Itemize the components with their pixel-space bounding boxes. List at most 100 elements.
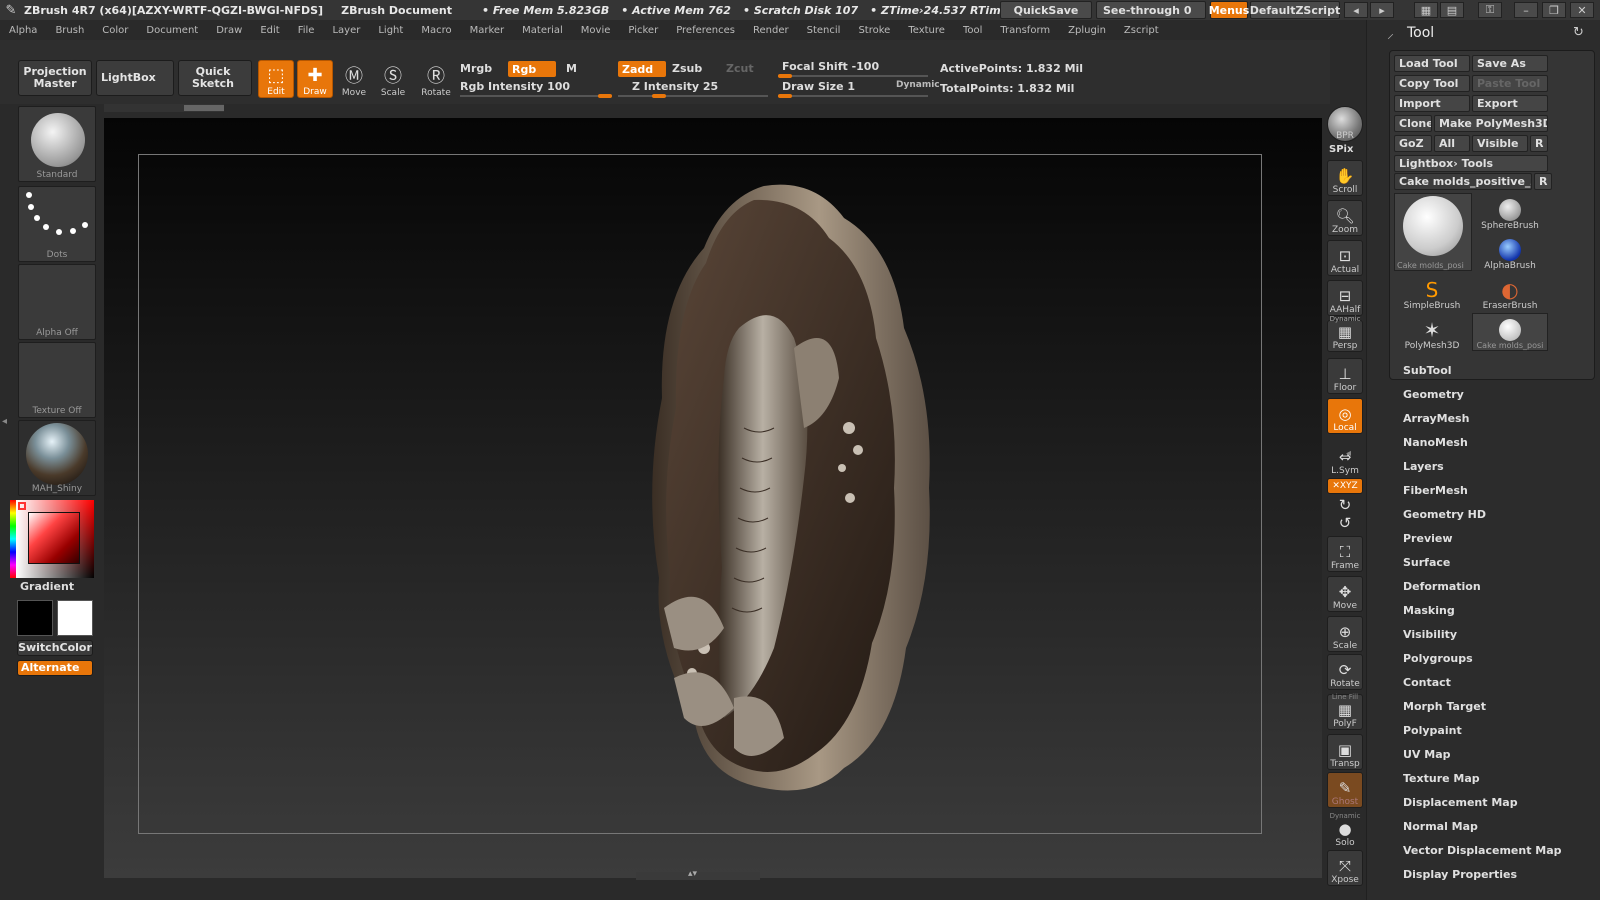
- scroll-right-icon[interactable]: ▸: [1370, 2, 1394, 18]
- zcut-toggle[interactable]: Zcut: [726, 62, 754, 75]
- texture-thumbnail[interactable]: Texture Off: [18, 342, 96, 418]
- copy-tool-button[interactable]: Copy Tool: [1394, 75, 1470, 92]
- polypaint-section[interactable]: Polypaint: [1403, 724, 1462, 737]
- brush-thumbnail[interactable]: Standard: [18, 106, 96, 182]
- move-view-button[interactable]: ✥ Move: [1327, 576, 1363, 612]
- load-tool-button[interactable]: Load Tool: [1394, 55, 1470, 72]
- polygroups-section[interactable]: Polygroups: [1403, 652, 1473, 665]
- scale-button[interactable]: Ⓢ Scale: [375, 60, 411, 99]
- layout-icon[interactable]: ▦: [1414, 2, 1438, 18]
- menu-preferences[interactable]: Preferences: [676, 25, 735, 36]
- spherebrush-tool[interactable]: SphereBrush: [1472, 193, 1548, 231]
- menu-render[interactable]: Render: [753, 25, 789, 36]
- document-canvas[interactable]: [104, 118, 1322, 878]
- color-field[interactable]: [28, 512, 80, 564]
- z-intensity-knob[interactable]: [652, 94, 666, 98]
- default-zscript-button[interactable]: DefaultZScript: [1250, 1, 1340, 19]
- dynamic-toggle[interactable]: Dynamic: [896, 80, 940, 90]
- clone-button[interactable]: Clone: [1394, 115, 1432, 132]
- rotate-y-icon[interactable]: ↻: [1327, 496, 1363, 514]
- morph-target-section[interactable]: Morph Target: [1403, 700, 1486, 713]
- scroll-up-down-icon[interactable]: ▴▾: [688, 869, 697, 879]
- reset-icon[interactable]: ↻: [1573, 25, 1584, 40]
- koi-mold-model[interactable]: [644, 178, 944, 798]
- tool-palette-title[interactable]: Tool: [1407, 25, 1434, 41]
- deformation-section[interactable]: Deformation: [1403, 580, 1481, 593]
- canvas-scrollbar-bottom[interactable]: ▴▾: [636, 869, 760, 880]
- goz-button[interactable]: GoZ: [1394, 135, 1432, 152]
- paste-tool-button[interactable]: Paste Tool: [1472, 75, 1548, 92]
- spix-label[interactable]: SPix: [1329, 144, 1353, 155]
- layers-section[interactable]: Layers: [1403, 460, 1444, 473]
- focal-shift-knob[interactable]: [778, 74, 792, 78]
- layout-alt-icon[interactable]: ▤: [1440, 2, 1464, 18]
- menu-material[interactable]: Material: [522, 25, 563, 36]
- goz-r-button[interactable]: R: [1530, 135, 1548, 152]
- left-tray-arrow-icon[interactable]: ◂: [2, 416, 10, 456]
- menu-picker[interactable]: Picker: [628, 25, 658, 36]
- menu-light[interactable]: Light: [378, 25, 403, 36]
- alphabrush-tool[interactable]: AlphaBrush: [1472, 233, 1548, 271]
- make-polymesh3d-button[interactable]: Make PolyMesh3D: [1434, 115, 1548, 132]
- bpr-button[interactable]: BPR: [1327, 106, 1363, 142]
- scroll-button[interactable]: ✋ Scroll: [1327, 160, 1363, 196]
- close-icon[interactable]: ✕: [1570, 2, 1594, 18]
- aahalf-button[interactable]: ⊟ AAHalf: [1327, 280, 1363, 316]
- vector-displacement-map-section[interactable]: Vector Displacement Map: [1403, 844, 1562, 857]
- ghost-button[interactable]: ✎ Ghost: [1327, 772, 1363, 808]
- menu-texture[interactable]: Texture: [908, 25, 945, 36]
- frame-button[interactable]: ⛶ Frame: [1327, 536, 1363, 572]
- rgb-toggle[interactable]: Rgb: [508, 61, 556, 77]
- menu-draw[interactable]: Draw: [216, 25, 242, 36]
- visible-button[interactable]: Visible: [1472, 135, 1528, 152]
- m-toggle[interactable]: M: [566, 62, 577, 75]
- geometry-hd-section[interactable]: Geometry HD: [1403, 508, 1486, 521]
- menu-movie[interactable]: Movie: [581, 25, 611, 36]
- menu-macro[interactable]: Macro: [421, 25, 451, 36]
- nanomesh-section[interactable]: NanoMesh: [1403, 436, 1468, 449]
- menu-stencil[interactable]: Stencil: [807, 25, 841, 36]
- uv-map-section[interactable]: UV Map: [1403, 748, 1451, 761]
- polyf-button[interactable]: Line Fill ▦ PolyF: [1327, 693, 1363, 730]
- main-color-swatch[interactable]: [57, 600, 93, 636]
- all-button[interactable]: All: [1434, 135, 1470, 152]
- color-picker[interactable]: [10, 500, 94, 578]
- rotate-button[interactable]: Ⓡ Rotate: [418, 60, 454, 99]
- right-tray-arrow-icon[interactable]: ◂: [1346, 448, 1351, 459]
- contact-section[interactable]: Contact: [1403, 676, 1451, 689]
- draw-size-slider[interactable]: [778, 94, 928, 98]
- current-tool-thumbnail[interactable]: Cake molds_posi: [1394, 193, 1472, 271]
- surface-section[interactable]: Surface: [1403, 556, 1450, 569]
- restore-icon[interactable]: ❐: [1542, 2, 1566, 18]
- quicksave-button[interactable]: QuickSave: [1000, 1, 1092, 19]
- menu-color[interactable]: Color: [102, 25, 128, 36]
- export-button[interactable]: Export: [1472, 95, 1548, 112]
- rgb-intensity-knob[interactable]: [598, 94, 612, 98]
- alpha-thumbnail[interactable]: Alpha Off: [18, 264, 96, 340]
- z-intensity-slider[interactable]: [618, 94, 768, 98]
- color-picker-cursor[interactable]: [18, 502, 26, 510]
- zoom-button[interactable]: 🔍︎ Zoom: [1327, 200, 1363, 236]
- see-through-slider[interactable]: See-through 0: [1096, 1, 1206, 19]
- masking-section[interactable]: Masking: [1403, 604, 1455, 617]
- rotate-z-icon[interactable]: ↺: [1327, 514, 1363, 532]
- cake-mold-tool[interactable]: Cake molds_posi: [1472, 313, 1548, 351]
- preview-section[interactable]: Preview: [1403, 532, 1453, 545]
- mrgb-toggle[interactable]: Mrgb: [460, 62, 492, 75]
- canvas-scrollbar-top[interactable]: [104, 104, 224, 112]
- rgb-intensity-slider[interactable]: [460, 94, 612, 98]
- simplebrush-tool[interactable]: S SimpleBrush: [1394, 273, 1470, 311]
- polymesh3d-tool[interactable]: ✶ PolyMesh3D: [1394, 313, 1470, 351]
- persp-button[interactable]: Dynamic ▦ Persp: [1327, 315, 1363, 352]
- xpose-button[interactable]: ⤧ Xpose: [1327, 850, 1363, 886]
- quick-sketch-button[interactable]: Quick Sketch: [178, 60, 252, 96]
- visibility-section[interactable]: Visibility: [1403, 628, 1457, 641]
- subtool-section[interactable]: SubTool: [1403, 364, 1452, 377]
- fibermesh-section[interactable]: FiberMesh: [1403, 484, 1468, 497]
- minimize-icon[interactable]: –: [1514, 2, 1538, 18]
- focal-shift-slider[interactable]: [778, 74, 928, 78]
- edit-button[interactable]: ⬚ Edit: [258, 60, 294, 98]
- lock-icon[interactable]: ⚿: [1478, 2, 1502, 18]
- draw-button[interactable]: ✚ Draw: [297, 60, 333, 98]
- switchcolor-button[interactable]: SwitchColor: [17, 640, 93, 656]
